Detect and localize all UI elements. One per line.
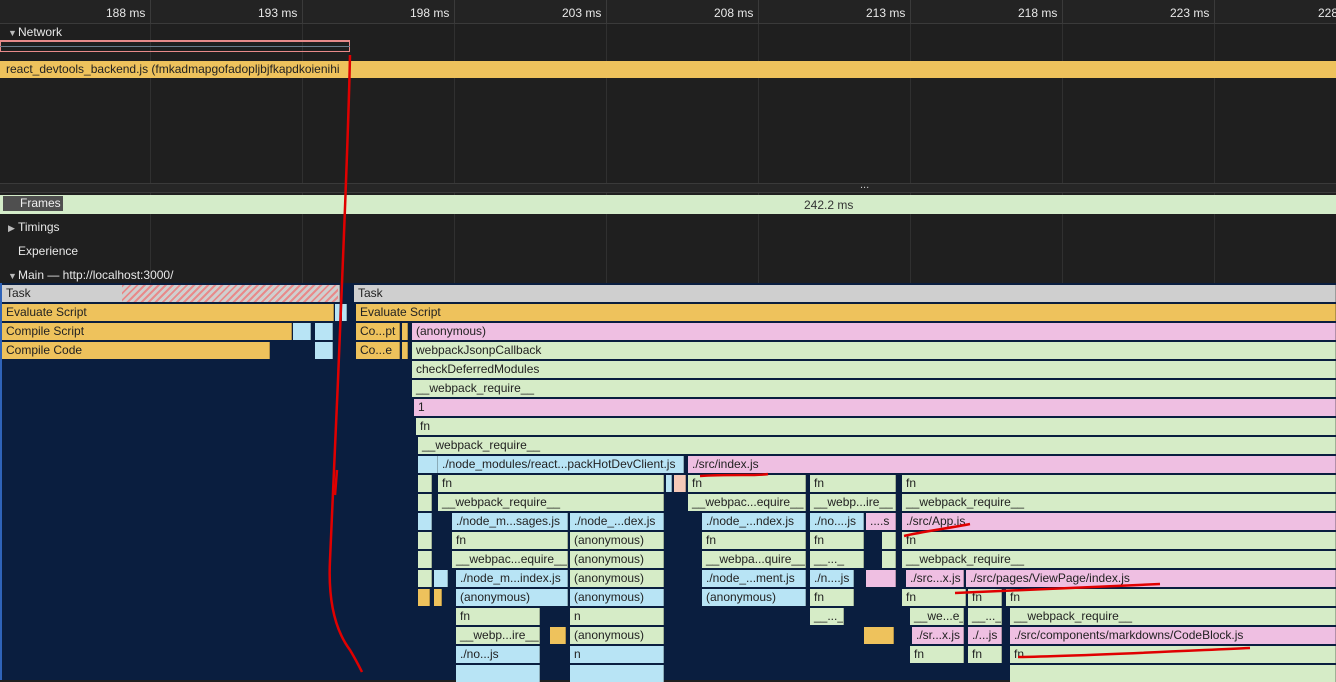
- annotation-underline: [699, 472, 769, 478]
- annotation-underline: [954, 582, 1161, 595]
- annotation-line: [333, 469, 339, 496]
- annotation-underline: [1017, 646, 1251, 659]
- annotation-line: [328, 54, 364, 673]
- annotation-underline: [903, 522, 971, 538]
- red-annotation-overlay: [328, 54, 1251, 673]
